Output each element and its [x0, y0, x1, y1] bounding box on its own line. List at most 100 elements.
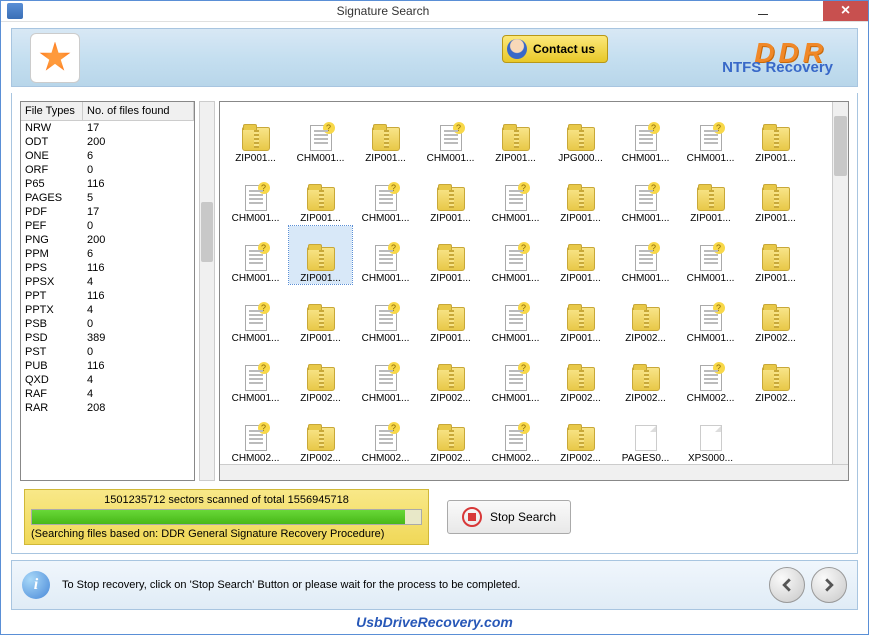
- grid-scrollbar-vertical[interactable]: [832, 102, 848, 464]
- left-scrollbar[interactable]: [199, 101, 215, 481]
- file-item[interactable]: CHM001...: [354, 226, 417, 284]
- table-row[interactable]: PUB116: [21, 359, 194, 373]
- table-row[interactable]: ONE6: [21, 149, 194, 163]
- table-row[interactable]: RAF4: [21, 387, 194, 401]
- table-row[interactable]: PPSX4: [21, 275, 194, 289]
- file-item[interactable]: ZIP002...: [614, 286, 677, 344]
- file-item[interactable]: ZIP001...: [289, 226, 352, 284]
- file-item[interactable]: CHM001...: [419, 106, 482, 164]
- grid-scrollbar-horizontal[interactable]: [220, 464, 848, 480]
- file-item[interactable]: CHM002...: [354, 406, 417, 464]
- file-item[interactable]: ZIP002...: [289, 346, 352, 404]
- file-item[interactable]: ZIP001...: [289, 286, 352, 344]
- col-file-types[interactable]: File Types: [21, 102, 83, 120]
- table-row[interactable]: PST0: [21, 345, 194, 359]
- table-row[interactable]: PDF17: [21, 205, 194, 219]
- table-row[interactable]: PSB0: [21, 317, 194, 331]
- file-item[interactable]: CHM001...: [614, 226, 677, 284]
- file-item[interactable]: CHM001...: [679, 226, 742, 284]
- file-item[interactable]: CHM001...: [354, 286, 417, 344]
- file-item[interactable]: CHM002...: [224, 406, 287, 464]
- stop-search-button[interactable]: Stop Search: [447, 500, 571, 534]
- doc-icon: [700, 245, 722, 271]
- file-item[interactable]: ZIP001...: [744, 106, 807, 164]
- col-files-found[interactable]: No. of files found: [83, 102, 194, 120]
- file-item[interactable]: ZIP001...: [224, 106, 287, 164]
- file-item[interactable]: ZIP001...: [419, 226, 482, 284]
- next-button[interactable]: [811, 567, 847, 603]
- file-item[interactable]: JPG000...: [549, 106, 612, 164]
- file-item[interactable]: ZIP002...: [289, 406, 352, 464]
- file-item[interactable]: ZIP001...: [419, 286, 482, 344]
- file-label: CHM001...: [492, 333, 540, 344]
- file-item[interactable]: ZIP002...: [549, 346, 612, 404]
- file-item[interactable]: ZIP001...: [549, 286, 612, 344]
- file-label: JPG000...: [558, 153, 602, 164]
- table-row[interactable]: PSD389: [21, 331, 194, 345]
- file-label: CHM002...: [492, 453, 540, 464]
- table-row[interactable]: PPM6: [21, 247, 194, 261]
- main-area: File Types No. of files found NRW17ODT20…: [20, 101, 849, 481]
- file-item[interactable]: XPS000...: [679, 406, 742, 464]
- file-item[interactable]: CHM001...: [484, 166, 547, 224]
- table-row[interactable]: PPS116: [21, 261, 194, 275]
- file-item[interactable]: ZIP001...: [289, 166, 352, 224]
- file-item[interactable]: CHM001...: [289, 106, 352, 164]
- file-item[interactable]: ZIP001...: [549, 226, 612, 284]
- cell-type: PPS: [21, 261, 83, 275]
- file-item[interactable]: CHM002...: [679, 346, 742, 404]
- table-row[interactable]: P65116: [21, 177, 194, 191]
- table-row[interactable]: PPTX4: [21, 303, 194, 317]
- file-item[interactable]: ZIP001...: [419, 166, 482, 224]
- file-item[interactable]: CHM002...: [484, 406, 547, 464]
- contact-us-button[interactable]: Contact us: [502, 35, 608, 63]
- doc-icon: [375, 365, 397, 391]
- table-row[interactable]: RAR208: [21, 401, 194, 415]
- file-item[interactable]: ZIP001...: [744, 166, 807, 224]
- file-item[interactable]: CHM001...: [614, 106, 677, 164]
- file-item[interactable]: CHM001...: [224, 346, 287, 404]
- table-row[interactable]: ODT200: [21, 135, 194, 149]
- table-row[interactable]: PAGES5: [21, 191, 194, 205]
- maximize-button[interactable]: [783, 1, 823, 21]
- file-item[interactable]: CHM001...: [484, 346, 547, 404]
- back-button[interactable]: [769, 567, 805, 603]
- file-item[interactable]: PAGES0...: [614, 406, 677, 464]
- close-button[interactable]: ×: [823, 1, 868, 21]
- doc-icon: [375, 185, 397, 211]
- file-item[interactable]: ZIP002...: [419, 406, 482, 464]
- file-label: ZIP001...: [235, 153, 276, 164]
- file-item[interactable]: ZIP001...: [679, 166, 742, 224]
- file-item[interactable]: CHM001...: [224, 226, 287, 284]
- table-row[interactable]: PEF0: [21, 219, 194, 233]
- table-row[interactable]: QXD4: [21, 373, 194, 387]
- table-row[interactable]: PPT116: [21, 289, 194, 303]
- file-item[interactable]: ZIP002...: [549, 406, 612, 464]
- file-item[interactable]: CHM001...: [484, 226, 547, 284]
- file-item[interactable]: ZIP001...: [484, 106, 547, 164]
- file-item[interactable]: ZIP002...: [744, 286, 807, 344]
- file-item[interactable]: ZIP001...: [744, 226, 807, 284]
- file-label: ZIP001...: [300, 273, 341, 284]
- doc-icon: [700, 305, 722, 331]
- file-item[interactable]: CHM001...: [354, 166, 417, 224]
- file-item[interactable]: CHM001...: [224, 286, 287, 344]
- file-item[interactable]: CHM001...: [614, 166, 677, 224]
- file-item[interactable]: ZIP001...: [354, 106, 417, 164]
- file-item[interactable]: CHM001...: [679, 106, 742, 164]
- file-item[interactable]: ZIP002...: [614, 346, 677, 404]
- file-item[interactable]: ZIP001...: [549, 166, 612, 224]
- table-row[interactable]: PNG200: [21, 233, 194, 247]
- website-link[interactable]: UsbDriveRecovery.com: [1, 610, 868, 634]
- file-label: ZIP001...: [755, 273, 796, 284]
- table-row[interactable]: ORF0: [21, 163, 194, 177]
- file-item[interactable]: CHM001...: [224, 166, 287, 224]
- doc-icon: [245, 425, 267, 451]
- file-item[interactable]: CHM001...: [484, 286, 547, 344]
- file-item[interactable]: CHM001...: [679, 286, 742, 344]
- file-item[interactable]: ZIP002...: [744, 346, 807, 404]
- file-item[interactable]: ZIP002...: [419, 346, 482, 404]
- minimize-button[interactable]: [743, 1, 783, 21]
- table-row[interactable]: NRW17: [21, 121, 194, 135]
- file-item[interactable]: CHM001...: [354, 346, 417, 404]
